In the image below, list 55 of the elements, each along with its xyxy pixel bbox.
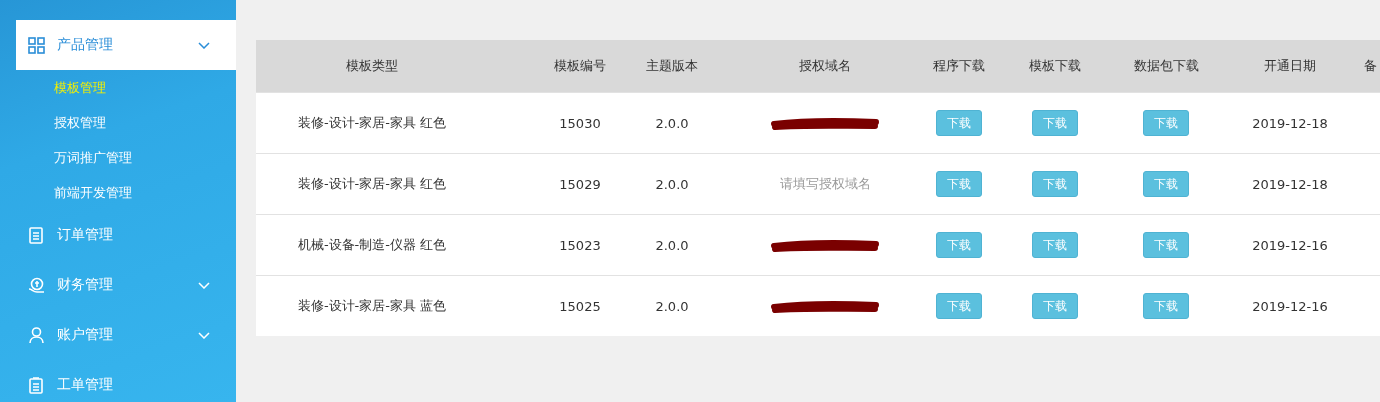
table-cell: 15029	[559, 176, 601, 192]
submenu-item[interactable]: 授权管理	[0, 105, 236, 140]
download-button[interactable]: 下载	[1143, 293, 1189, 319]
download-button[interactable]: 下载	[1032, 293, 1078, 319]
column-header: 主题版本	[646, 57, 698, 75]
download-button[interactable]: 下载	[1143, 232, 1189, 258]
download-button[interactable]: 下载	[936, 171, 982, 197]
table-cell: 2019-12-16	[1252, 298, 1328, 314]
column-header: 开通日期	[1264, 57, 1316, 75]
download-button[interactable]: 下载	[1032, 232, 1078, 258]
table-cell: 2.0.0	[655, 176, 689, 192]
sidebar-item[interactable]: 订单管理	[16, 210, 236, 260]
download-button[interactable]: 下载	[1032, 171, 1078, 197]
money-icon	[27, 276, 45, 294]
column-header: 备	[1364, 57, 1377, 75]
table-cell: 2019-12-18	[1252, 176, 1328, 192]
sidebar-item[interactable]: 财务管理	[16, 260, 236, 310]
chevron-down-icon	[198, 281, 210, 289]
table-cell: 2019-12-16	[1252, 237, 1328, 253]
column-header: 数据包下载	[1133, 57, 1199, 75]
download-button[interactable]: 下载	[936, 293, 982, 319]
chevron-down-icon	[198, 41, 210, 49]
table-cell: 2019-12-18	[1252, 115, 1328, 131]
download-button[interactable]: 下载	[936, 110, 982, 136]
submenu-item[interactable]: 万词推广管理	[0, 140, 236, 175]
submenu-item[interactable]: 前端开发管理	[0, 175, 236, 210]
column-header: 模板类型	[346, 57, 398, 75]
clipboard-icon	[29, 376, 43, 394]
sidebar-item[interactable]: 产品管理	[16, 20, 236, 70]
download-button[interactable]: 下载	[1032, 110, 1078, 136]
placeholder-text: 请填写授权域名	[779, 175, 871, 193]
column-header: 授权域名	[799, 57, 851, 75]
table-cell: 装修-设计-家居-家具 蓝色	[297, 297, 447, 315]
chevron-down-icon	[198, 331, 210, 339]
sidebar-item[interactable]: 工单管理	[16, 360, 236, 402]
submenu-item[interactable]: 模板管理	[0, 70, 236, 105]
table-cell: 2.0.0	[655, 115, 689, 131]
grid-icon	[27, 36, 45, 54]
table-cell: 装修-设计-家居-家具 红色	[297, 114, 447, 132]
table-cell: 15030	[559, 115, 601, 131]
table-cell: 装修-设计-家居-家具 红色	[297, 175, 447, 193]
download-button[interactable]: 下载	[1143, 171, 1189, 197]
table-cell: 15023	[559, 237, 601, 253]
person-icon	[28, 326, 44, 344]
column-header: 程序下载	[933, 57, 985, 75]
table-cell: 2.0.0	[655, 298, 689, 314]
download-button[interactable]: 下载	[1143, 110, 1189, 136]
table-cell: 2.0.0	[655, 237, 689, 253]
document-icon	[29, 226, 43, 244]
sidebar-item[interactable]: 账户管理	[16, 310, 236, 360]
table-cell: 机械-设备-制造-仪器 红色	[297, 236, 447, 254]
column-header: 模板编号	[554, 57, 606, 75]
table-cell: 15025	[559, 298, 601, 314]
column-header: 模板下载	[1029, 57, 1081, 75]
download-button[interactable]: 下载	[936, 232, 982, 258]
